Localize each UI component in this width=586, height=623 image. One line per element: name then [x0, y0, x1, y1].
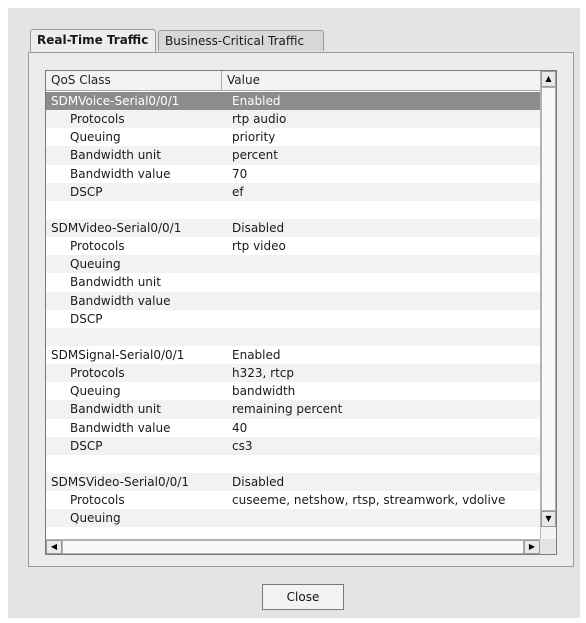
tab-business-critical-traffic[interactable]: Business-Critical Traffic: [158, 30, 324, 51]
qos-class-cell: SDMVoice-Serial0/0/1: [51, 94, 180, 108]
table-row[interactable]: Bandwidth value 40: [46, 419, 540, 437]
table-row[interactable]: Queuing bandwidth: [46, 382, 540, 400]
vertical-scroll-thumb[interactable]: [541, 87, 556, 511]
table-row[interactable]: Protocols cuseeme, netshow, rtsp, streamw…: [46, 491, 540, 509]
qos-class-cell: Queuing: [70, 384, 121, 399]
table-row[interactable]: DSCP ef: [46, 182, 540, 201]
scroll-down-icon[interactable]: ▼: [541, 511, 556, 527]
value-cell: remaining percent: [232, 402, 343, 417]
table-header: QoS Class Value: [46, 71, 540, 91]
qos-class-cell: DSCP: [70, 184, 103, 199]
table-row[interactable]: DSCP: [46, 310, 540, 328]
qos-class-cell: Bandwidth value: [70, 420, 171, 435]
table-row[interactable]: Bandwidth unit remaining percent: [46, 400, 540, 419]
value-cell: cs3: [232, 438, 253, 453]
table-row[interactable]: [46, 455, 540, 473]
table-row[interactable]: Queuing: [46, 255, 540, 274]
table-row[interactable]: Protocols rtp audio: [46, 110, 540, 129]
value-cell: cuseeme, netshow, rtsp, streamwork, vdol…: [232, 493, 506, 508]
table-row[interactable]: Protocols rtp video: [46, 237, 540, 255]
close-button[interactable]: Close: [262, 584, 344, 610]
value-cell: 40: [232, 420, 248, 435]
tab-real-time-traffic[interactable]: Real-Time Traffic: [30, 29, 156, 52]
table-body: SDMVoice-Serial0/0/1 Enabled Protocols rtp …: [46, 92, 540, 539]
table-row[interactable]: [46, 201, 540, 219]
table-row[interactable]: SDMVoice-Serial0/0/1 Enabled: [46, 92, 540, 111]
qos-class-cell: SDMSVideo-Serial0/0/1: [51, 474, 189, 489]
value-cell: ef: [232, 184, 244, 199]
table-row[interactable]: Bandwidth value 70: [46, 165, 540, 183]
table-row[interactable]: SDMSignal-Serial0/0/1 Enabled: [46, 346, 540, 364]
scroll-corner: [540, 539, 556, 554]
qos-class-cell: Protocols: [70, 366, 125, 381]
qos-class-cell: Queuing: [70, 257, 121, 272]
qos-class-cell: SDMSignal-Serial0/0/1: [51, 347, 185, 362]
value-cell: Enabled: [232, 347, 281, 362]
value-cell: Enabled: [232, 94, 281, 108]
qos-class-cell: Protocols: [70, 239, 125, 254]
table-row[interactable]: SDMVideo-Serial0/0/1 Disabled: [46, 218, 540, 238]
scroll-up-icon[interactable]: ▲: [541, 71, 556, 87]
qos-class-cell: Bandwidth unit: [70, 402, 161, 417]
qos-class-cell: Bandwidth unit: [70, 148, 161, 163]
table-row[interactable]: Bandwidth unit: [46, 273, 540, 291]
table-row[interactable]: Bandwidth value: [46, 291, 540, 310]
qos-class-cell: DSCP: [70, 311, 103, 326]
value-cell: rtp video: [232, 239, 286, 254]
value-cell: 70: [232, 166, 248, 181]
qos-class-cell: Queuing: [70, 511, 121, 526]
table-row[interactable]: Queuing priority: [46, 128, 540, 146]
vertical-scrollbar[interactable]: ▲ ▼: [540, 71, 556, 539]
column-header-value[interactable]: Value: [222, 71, 540, 91]
value-cell: bandwidth: [232, 384, 296, 399]
qos-class-cell: DSCP: [70, 438, 103, 453]
value-cell: priority: [232, 130, 276, 145]
value-cell: Disabled: [232, 220, 285, 235]
table-row[interactable]: Bandwidth unit percent: [46, 146, 540, 165]
table-row[interactable]: Protocols h323, rtcp: [46, 364, 540, 383]
qos-class-cell: Protocols: [70, 493, 125, 508]
value-cell: rtp audio: [232, 112, 287, 127]
value-cell: Disabled: [232, 474, 285, 489]
column-header-qos-class[interactable]: QoS Class: [46, 71, 222, 91]
qos-dialog: Real-Time Traffic Business-Critical Traf…: [8, 8, 580, 618]
qos-class-cell: Bandwidth unit: [70, 275, 161, 290]
qos-class-cell: Bandwidth value: [70, 166, 171, 181]
table-row[interactable]: Queuing: [46, 509, 540, 528]
value-cell: percent: [232, 148, 278, 163]
table-row[interactable]: [46, 327, 540, 346]
table-row[interactable]: SDMSVideo-Serial0/0/1 Disabled: [46, 472, 540, 492]
qos-class-cell: Bandwidth value: [70, 293, 171, 308]
qos-class-cell: Queuing: [70, 130, 121, 145]
qos-class-cell: SDMVideo-Serial0/0/1: [51, 220, 182, 235]
tab-panel: QoS Class Value SDMVoice-Serial0/0/1 Enab…: [28, 52, 574, 567]
horizontal-scroll-thumb[interactable]: [62, 540, 524, 554]
value-cell: h323, rtcp: [232, 366, 294, 381]
horizontal-scrollbar[interactable]: ◀ ▶: [46, 539, 540, 554]
table-row[interactable]: DSCP cs3: [46, 436, 540, 455]
qos-table: QoS Class Value SDMVoice-Serial0/0/1 Enab…: [45, 70, 557, 555]
scroll-left-icon[interactable]: ◀: [46, 540, 62, 554]
scroll-right-icon[interactable]: ▶: [524, 540, 540, 554]
qos-class-cell: Protocols: [70, 112, 125, 127]
